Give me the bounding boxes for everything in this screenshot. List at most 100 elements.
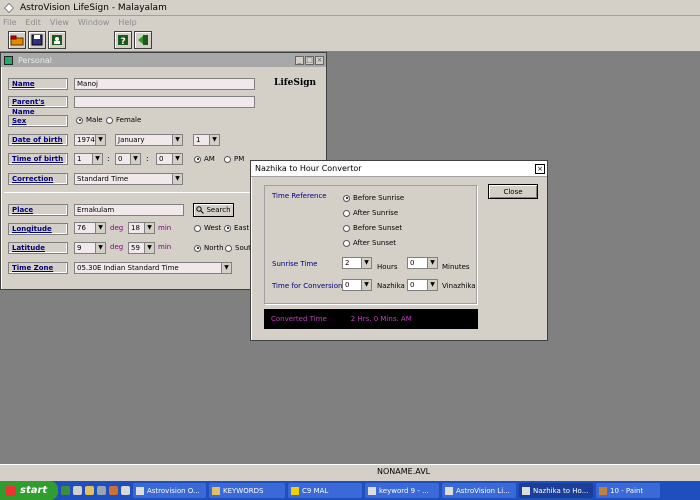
chevron-down-icon: ▼ [361,258,371,268]
time-zone-select[interactable]: 05.30E Indian Standard Time ▼ [74,262,232,274]
quicklaunch-icon[interactable] [85,486,94,495]
before-sunset-label: Before Sunset [353,224,403,232]
exit-icon[interactable] [134,31,152,49]
month-select[interactable]: January ▼ [115,134,183,146]
close-icon[interactable]: × [535,163,545,174]
paint-icon [599,486,607,495]
close-icon[interactable]: × [315,55,324,65]
minimize-icon[interactable]: _ [295,55,304,65]
start-button[interactable]: start [0,481,58,500]
latitude-min-select[interactable]: 59 ▼ [128,242,155,254]
north-radio[interactable]: North [194,244,224,252]
personal-title-bar: Personal _ □ × [1,53,326,67]
time-zone-label: Time Zone [8,262,68,274]
task-icon [136,486,144,495]
pm-radio[interactable]: PM [224,155,244,163]
minutes-unit: Minutes [442,263,470,271]
menu-file[interactable]: File [3,18,16,27]
task-paint[interactable]: 10 - Paint [596,483,660,498]
latitude-min-value: 59 [131,244,140,252]
second-select[interactable]: 0 ▼ [156,153,183,165]
browser-icon[interactable] [61,486,70,495]
longitude-min-value: 18 [131,224,140,232]
task-keywords[interactable]: KEYWORDS [209,483,285,498]
time-for-conversion-label: Time for Conversion [272,282,343,290]
quicklaunch-icon[interactable] [97,486,106,495]
time-reference-label: Time Reference [272,192,327,200]
maximize-icon[interactable]: □ [305,55,314,65]
sunrise-hours-select[interactable]: 2 ▼ [342,257,372,269]
close-button[interactable]: Close [488,184,538,199]
am-label: AM [204,155,215,163]
vinazhika-select-value: 0 [410,281,415,289]
year-select[interactable]: 1974 ▼ [74,134,106,146]
quicklaunch-icon[interactable] [109,486,118,495]
task-keyword-9[interactable]: keyword 9 - ... [365,483,439,498]
sunrise-hours-value: 2 [345,259,350,267]
windows-logo-icon [6,485,16,496]
task-astrovision-o[interactable]: Astrovision O... [133,483,206,498]
menu-window[interactable]: Window [78,18,110,27]
minute-select[interactable]: 0 ▼ [115,153,141,165]
longitude-min-unit: min [158,224,172,232]
before-sunset-radio[interactable]: Before Sunset [343,224,402,232]
day-select[interactable]: 1 ▼ [193,134,220,146]
longitude-deg-select[interactable]: 76 ▼ [74,222,106,234]
quicklaunch-icon[interactable] [121,486,130,495]
after-sunrise-radio[interactable]: After Sunrise [343,209,398,217]
west-label: West [204,224,222,232]
chevron-down-icon: ▼ [95,223,105,233]
minute-value: 0 [118,155,123,163]
person-icon[interactable] [48,31,66,49]
toolbar: ? [0,29,700,51]
nazhika-title: Nazhika to Hour Convertor [255,164,362,173]
east-label: East [234,224,250,232]
task-nazhika[interactable]: Nazhika to Ho... [519,483,593,498]
help-icon[interactable]: ? [114,31,132,49]
folder-icon [212,486,220,495]
nazhika-title-bar: Nazhika to Hour Convertor × [251,161,547,177]
time-zone-value: 05.30E Indian Standard Time [77,264,179,272]
longitude-min-select[interactable]: 18 ▼ [128,222,155,234]
sex-label: Sex [8,115,68,127]
chevron-down-icon: ▼ [130,154,140,164]
hour-select[interactable]: 1 ▼ [74,153,103,165]
parents-name-field[interactable] [74,96,255,108]
menu-help[interactable]: Help [118,18,136,27]
north-label: North [204,244,224,252]
place-field[interactable]: Ernakulam [74,204,184,216]
task-label: Nazhika to Ho... [533,486,589,495]
task-astrovision-li[interactable]: AstroVision Li... [442,483,516,498]
app-title: AstroVision LifeSign - Malayalam [20,2,167,13]
latitude-deg-select[interactable]: 9 ▼ [74,242,106,254]
vinazhika-select[interactable]: 0 ▼ [407,279,438,291]
west-radio[interactable]: West [194,224,221,232]
menu-edit[interactable]: Edit [25,18,41,27]
menu-view[interactable]: View [50,18,69,27]
open-folder-icon[interactable] [8,31,26,49]
dob-label: Date of birth [8,134,68,146]
east-radio[interactable]: East [224,224,249,232]
task-label: keyword 9 - ... [379,486,429,495]
correction-label: Correction [8,173,68,185]
app-icon [445,486,453,495]
sunrise-minutes-select[interactable]: 0 ▼ [407,257,438,269]
task-label: KEYWORDS [223,486,264,495]
task-c9-mal[interactable]: C9 MAL [288,483,362,498]
time-colon: : [146,154,149,163]
search-button[interactable]: Search [193,203,234,217]
name-field[interactable]: Manoj [74,78,255,90]
quicklaunch-icon[interactable] [73,486,82,495]
tob-label: Time of birth [8,153,68,165]
sex-male-radio[interactable]: Male [76,116,103,124]
nazhika-select[interactable]: 0 ▼ [342,279,372,291]
after-sunset-radio[interactable]: After Sunset [343,239,396,247]
year-value: 1974 [77,136,95,144]
correction-select[interactable]: Standard Time ▼ [74,173,183,185]
save-icon[interactable] [28,31,46,49]
sex-female-radio[interactable]: Female [106,116,141,124]
before-sunrise-radio[interactable]: Before Sunrise [343,194,404,202]
am-radio[interactable]: AM [194,155,215,163]
correction-value: Standard Time [77,175,129,183]
search-icon [196,206,205,214]
